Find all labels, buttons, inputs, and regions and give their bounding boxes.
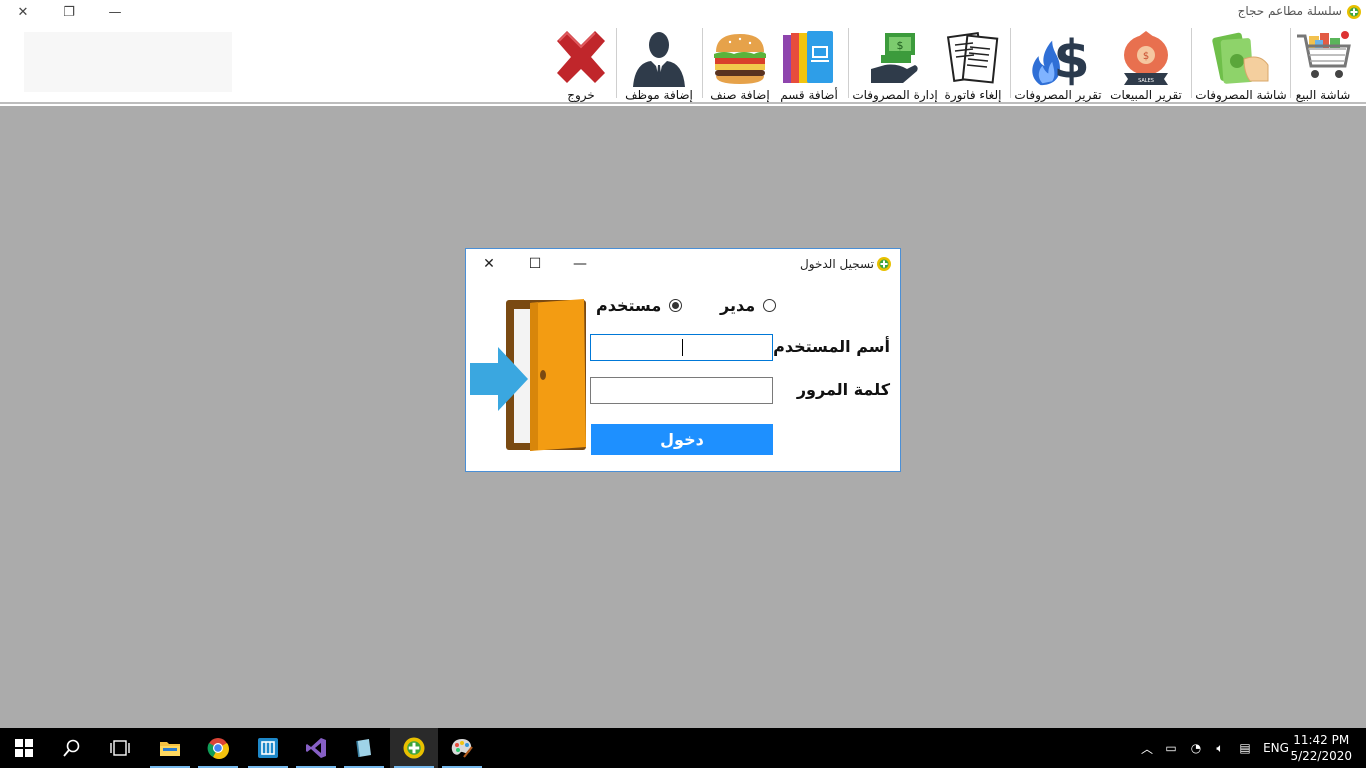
toolbar-separator [1010,28,1011,98]
visual-studio-icon [306,738,326,758]
taskbar-app-blue[interactable] [244,728,292,768]
money-hand-icon: $ [864,28,926,88]
toolbar-separator [1191,28,1192,98]
role-user-label: مستخدم [596,296,662,315]
role-user-radio[interactable] [669,299,683,312]
shopping-cart-icon [1292,28,1354,88]
taskbar-paint[interactable] [438,728,486,768]
dialog-title: تسجيل الدخول [800,257,874,271]
task-view-icon [110,740,130,756]
app-logo-icon [403,737,425,759]
taskbar-clock[interactable]: 11:42 PM 5/22/2020 [1290,732,1352,764]
username-label: أسم المستخدم [773,337,890,356]
window-close-button[interactable]: ✕ [0,0,46,24]
svg-text:SALES: SALES [1138,78,1154,84]
role-user-option[interactable]: مستخدم [596,296,683,315]
main-toolbar: شاشة البيع شاشة المصروفات $ SALES تقرير … [0,24,1366,104]
toolbar-add-category-button[interactable]: أضافة قسم [776,24,842,104]
text-caret [682,339,683,356]
windows-logo-icon [15,739,33,757]
notebook-icon [356,739,371,758]
dialog-minimize-button[interactable]: — [565,253,595,275]
dialog-maximize-button[interactable]: ☐ [520,253,550,275]
password-input[interactable] [590,377,773,404]
role-admin-label: مدير [720,296,756,315]
app-logo-icon [877,257,891,271]
taskbar-file-explorer[interactable] [146,728,194,768]
battery-icon[interactable]: ▭ [1158,741,1184,755]
toolbar-item-label: تقرير المبيعات [1110,88,1182,102]
role-admin-option[interactable]: مدير [720,296,777,315]
svg-text:$: $ [1143,51,1149,62]
category-books-icon [778,28,840,88]
toolbar-add-item-button[interactable]: إضافة صنف [706,24,774,104]
window-minimize-button[interactable]: — [92,0,138,24]
login-dialog: ✕ ☐ — تسجيل الدخول مدير مستخدم أسم المست… [465,248,901,472]
toolbar-separator [616,28,617,98]
toolbar-separator [848,28,849,98]
toolbar-item-label: إضافة موظف [625,88,693,102]
volume-icon[interactable]: 🔈︎ [1208,741,1232,756]
toolbar-item-label: تقرير المصروفات [1014,88,1102,102]
taskbar-app-pen[interactable] [340,728,388,768]
app-logo-icon [1347,5,1361,19]
windows-taskbar: ︿ ▭ ◔ 🔈︎ ▤ ENG 11:42 PM 5/22/2020 [0,728,1366,768]
notification-icon[interactable]: ▤ [1232,741,1258,755]
toolbar-item-label: خروج [567,88,595,102]
toolbar-item-label: شاشة البيع [1295,88,1351,102]
toolbar-expenses-screen-button[interactable]: شاشة المصروفات [1195,24,1287,104]
taskbar-chrome[interactable] [194,728,242,768]
language-indicator[interactable]: ENG [1258,741,1294,755]
toolbar-item-label: إضافة صنف [710,88,770,102]
folder-icon [160,742,180,756]
app-window-icon [258,738,278,758]
system-tray: ︿ ▭ ◔ 🔈︎ ▤ ENG [1136,728,1294,768]
toolbar-sales-screen-button[interactable]: شاشة البيع [1290,24,1356,104]
toolbar-item-label: إلغاء فاتورة [944,88,1002,102]
toolbar-cancel-invoice-button[interactable]: إلغاء فاتورة [942,24,1004,104]
sales-bag-icon: $ SALES [1115,28,1177,88]
taskbar-restaurant-app[interactable] [390,728,438,768]
main-window: ✕ ❐ — سلسلة مطاعم حجاج شاشة البيع شاشة ا… [0,0,1366,728]
wifi-icon[interactable]: ◔ [1184,741,1208,755]
search-button[interactable] [48,728,96,768]
task-view-button[interactable] [96,728,144,768]
title-bar: ✕ ❐ — سلسلة مطاعم حجاج [0,0,1366,24]
toolbar-exit-button[interactable]: خروج [550,24,612,104]
toolbar-sales-report-button[interactable]: $ SALES تقرير المبيعات [1106,24,1186,104]
svg-text:$: $ [897,39,904,52]
window-restore-button[interactable]: ❐ [46,0,92,24]
door-entry-icon [470,299,586,451]
password-label: كلمة المرور [796,380,890,399]
taskbar-visual-studio[interactable] [292,728,340,768]
invoice-icon [942,28,1004,88]
start-button[interactable] [0,728,48,768]
chevron-up-icon[interactable]: ︿ [1136,740,1158,757]
dialog-close-button[interactable]: ✕ [474,253,504,275]
cash-hand-icon [1210,28,1272,88]
toolbar-separator [1290,28,1291,98]
toolbar-expenses-report-button[interactable]: $ تقرير المصروفات [1014,24,1102,104]
window-title: سلسلة مطاعم حجاج [1237,4,1342,18]
search-icon [63,739,80,757]
svg-text:$: $ [1053,29,1089,88]
toolbar-manage-expenses-button[interactable]: $ إدارة المصروفات [852,24,938,104]
toolbar-item-label: شاشة المصروفات [1195,88,1287,102]
chrome-icon [207,738,229,759]
role-admin-radio[interactable] [763,299,777,312]
palette-icon [451,739,473,758]
toolbar-item-label: أضافة قسم [780,88,838,102]
login-button[interactable]: دخول [591,424,773,455]
toolbar-blank-panel [24,32,232,92]
burger-icon [709,28,771,88]
clock-time: 11:42 PM [1293,733,1350,747]
toolbar-add-employee-button[interactable]: إضافة موظف [620,24,698,104]
toolbar-separator [702,28,703,98]
dollar-fire-icon: $ [1027,28,1089,88]
toolbar-item-label: إدارة المصروفات [852,88,938,102]
employee-icon [628,28,690,88]
clock-date: 5/22/2020 [1290,749,1352,763]
exit-x-icon [550,28,612,88]
